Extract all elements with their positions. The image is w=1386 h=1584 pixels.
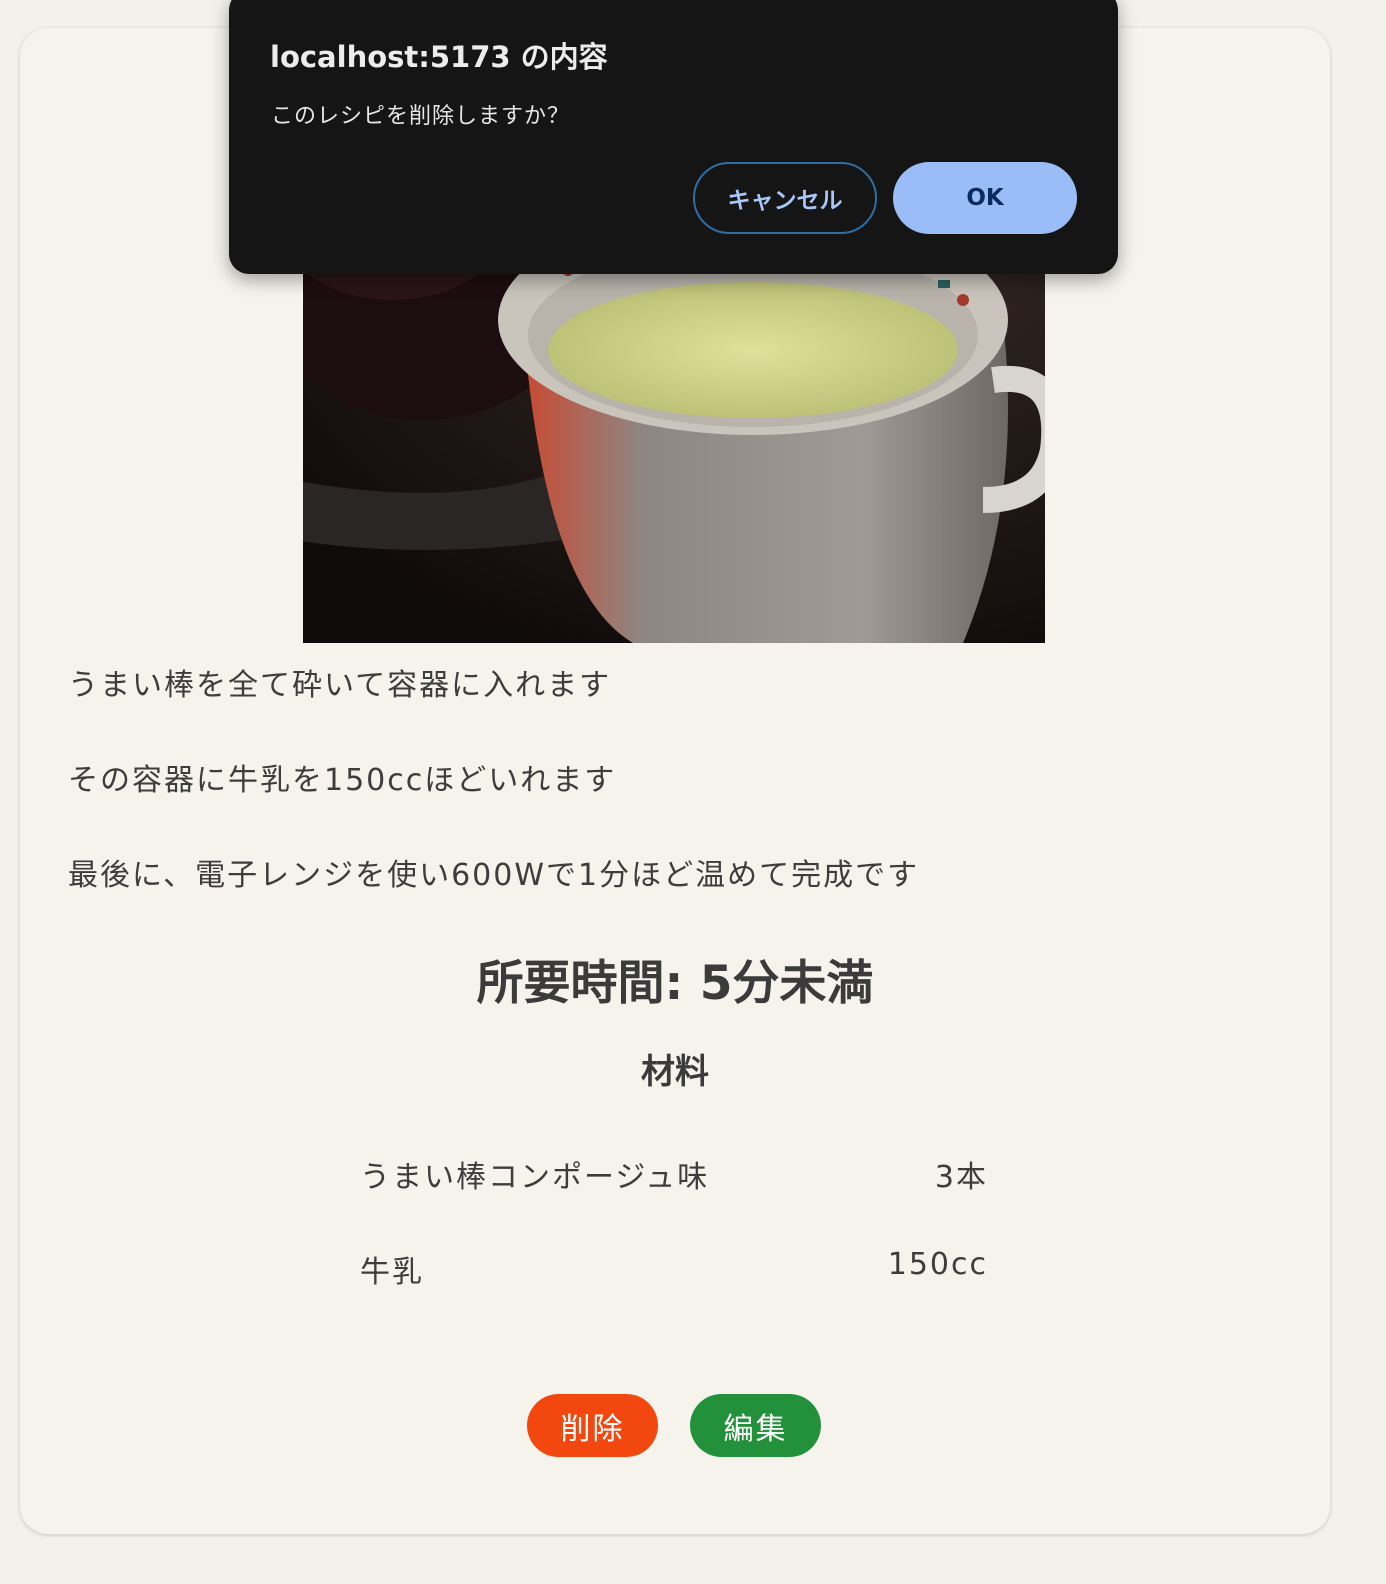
recipe-step: うまい棒を全て砕いて容器に入れます: [68, 668, 612, 703]
cancel-button[interactable]: キャンセル: [693, 162, 877, 234]
recipe-step: 最後に、電子レンジを使い600Wで1分ほど温めて完成です: [68, 858, 920, 893]
ingredients-title: 材料: [641, 1052, 709, 1092]
confirm-dialog: localhost:5173 の内容 このレシピを削除しますか？ キャンセル O…: [229, 0, 1118, 274]
dialog-message: このレシピを削除しますか？: [271, 104, 571, 129]
ingredient-name: 牛乳: [360, 1255, 424, 1290]
ingredient-amount: 3本: [934, 1160, 988, 1195]
dialog-title: localhost:5173 の内容: [270, 40, 608, 74]
ok-button[interactable]: OK: [893, 162, 1077, 234]
ingredient-row: 牛乳 150cc: [360, 1247, 988, 1291]
edit-button[interactable]: 編集: [690, 1394, 821, 1457]
ingredient-amount: 150cc: [887, 1247, 988, 1282]
ingredient-row: うまい棒コンポージュ味 3本: [360, 1152, 988, 1196]
recipe-step: その容器に牛乳を150ccほどいれます: [68, 763, 617, 798]
ingredient-name: うまい棒コンポージュ味: [360, 1160, 710, 1195]
cooking-time: 所要時間: 5分未満: [476, 956, 874, 1011]
delete-button[interactable]: 削除: [527, 1394, 658, 1457]
